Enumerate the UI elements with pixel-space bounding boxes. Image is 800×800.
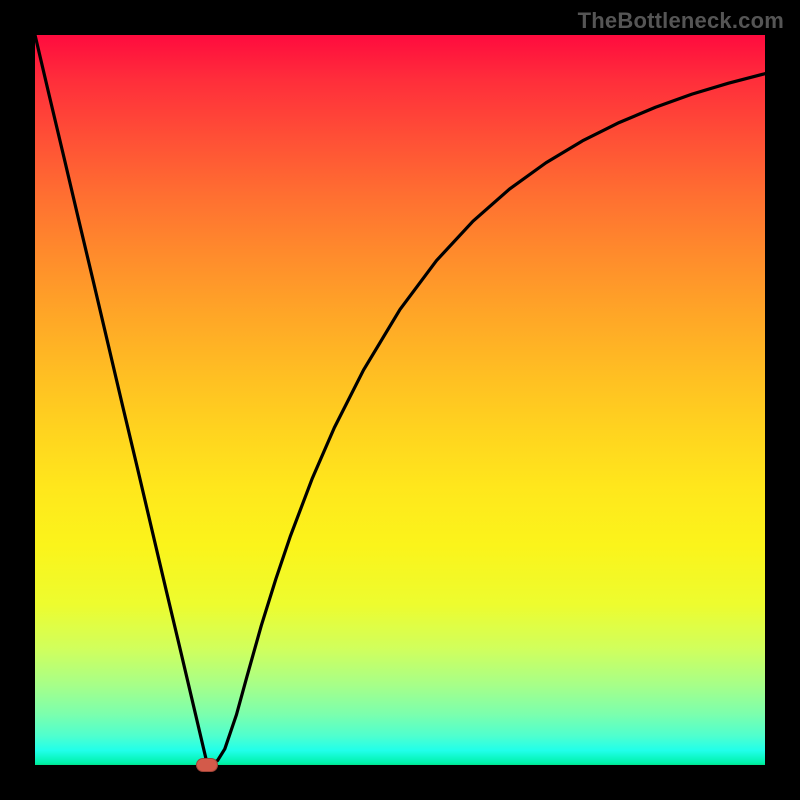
bottleneck-curve [35,35,765,764]
curve-layer [35,35,765,765]
min-marker [196,758,218,772]
source-label: TheBottleneck.com [578,8,784,34]
chart-frame: TheBottleneck.com [0,0,800,800]
